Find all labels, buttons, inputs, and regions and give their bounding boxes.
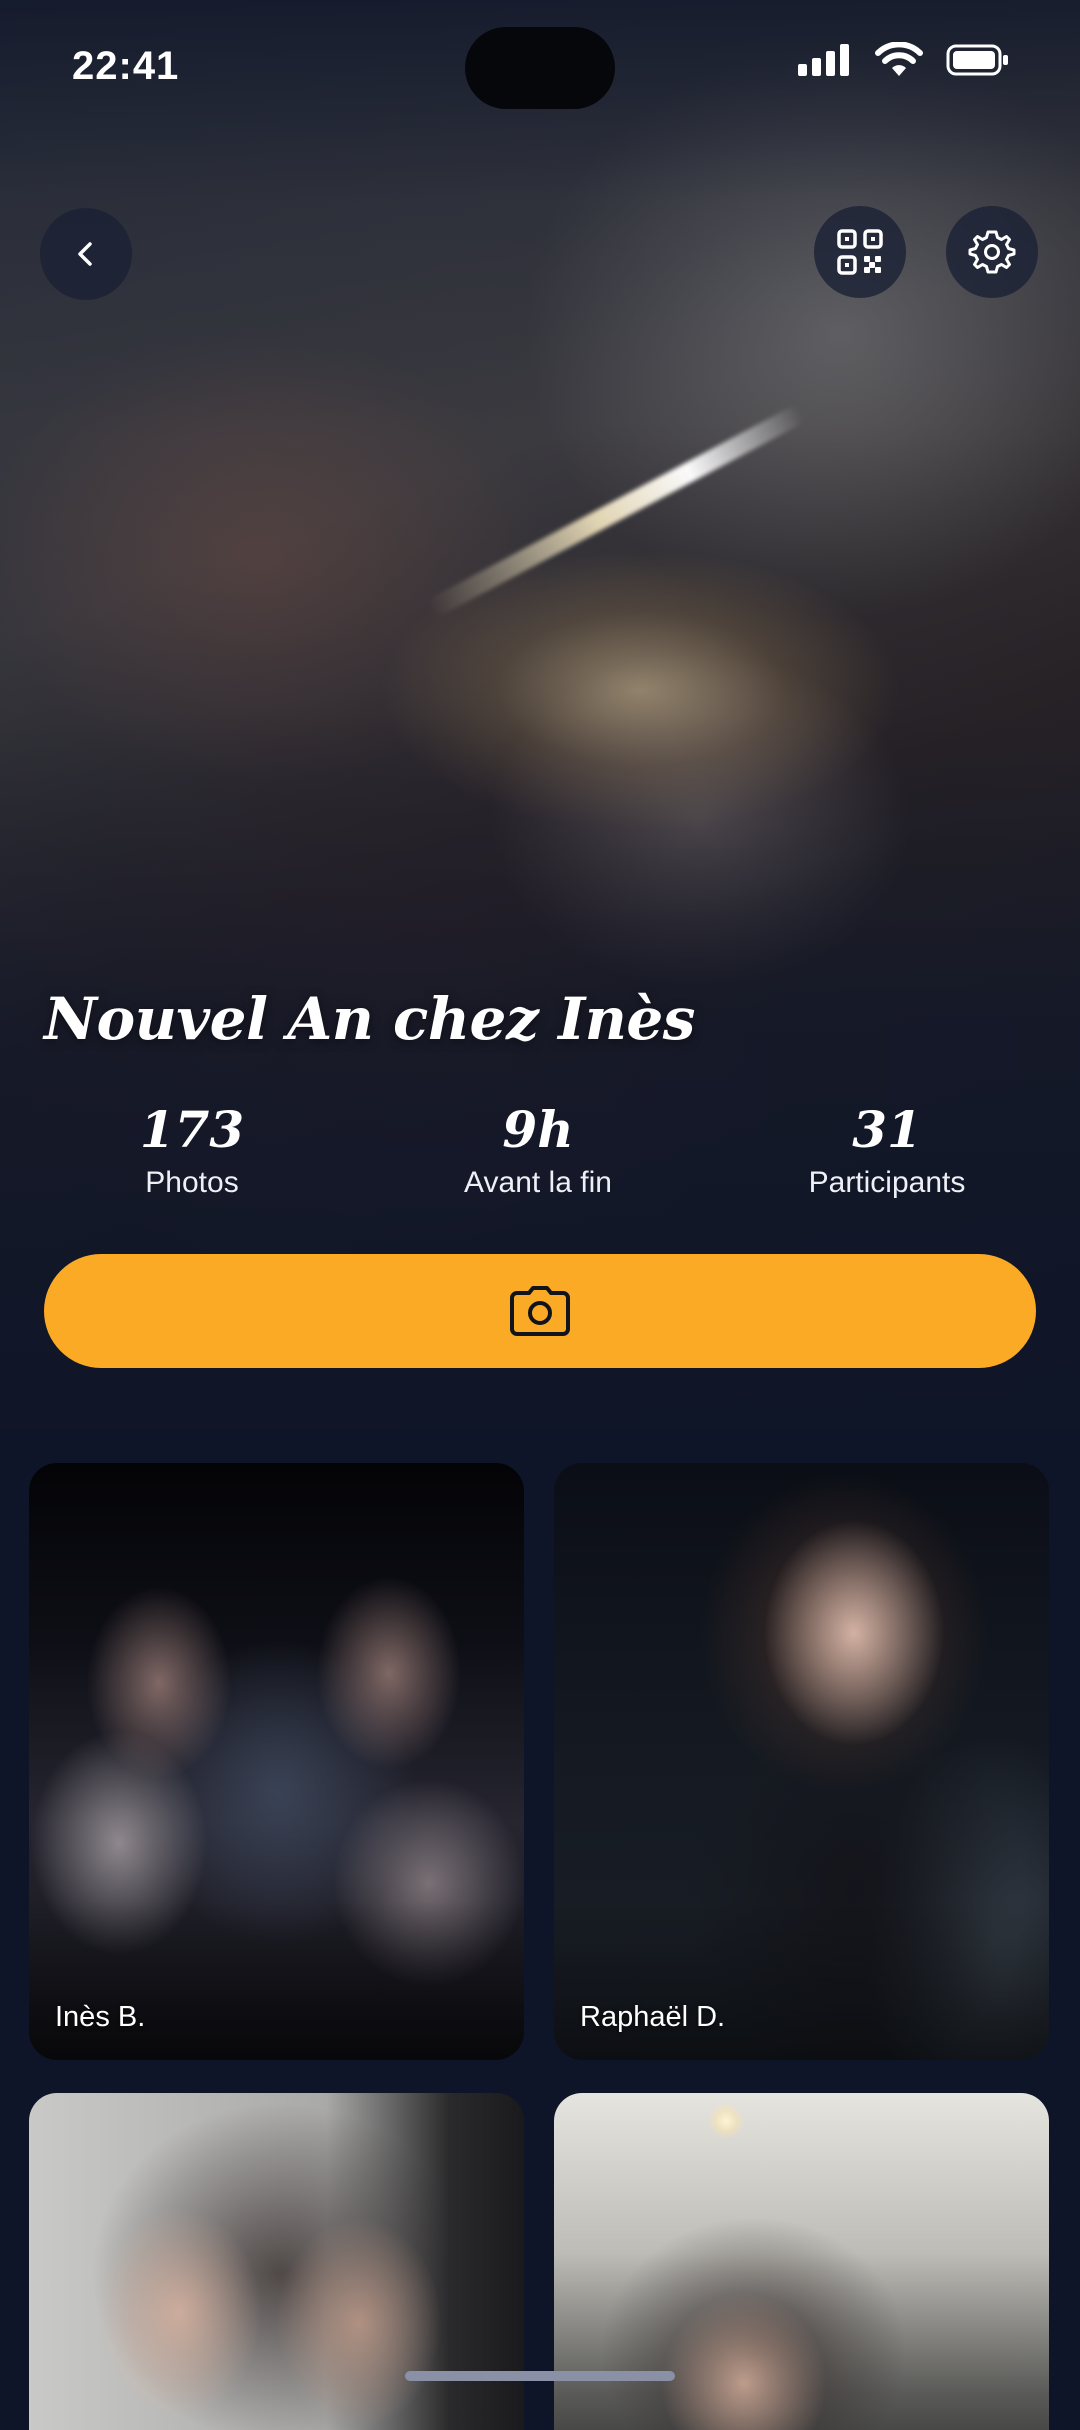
gear-icon — [968, 230, 1016, 274]
photo-author: Raphaël D. — [580, 2001, 726, 2033]
stat-time-remaining-value: 9h — [502, 1100, 574, 1159]
stat-time-remaining-label: Avant la fin — [464, 1166, 612, 1199]
photo-card[interactable]: Inès B. — [29, 1463, 524, 2060]
event-hero — [0, 0, 1080, 1430]
photo-card[interactable]: Raphaël D. — [554, 1463, 1049, 2060]
qr-code-icon — [837, 229, 883, 275]
status-time: 22:41 — [72, 44, 180, 88]
stat-participants-value: 31 — [852, 1100, 922, 1159]
status-bar: 22:41 — [0, 0, 1080, 140]
wifi-icon — [875, 42, 923, 76]
stat-time-remaining: 9h Avant la fin — [408, 1100, 668, 1200]
back-button[interactable] — [40, 208, 132, 300]
signal-icon — [798, 44, 849, 76]
chevron-left-icon — [78, 242, 92, 266]
stat-photos-value: 173 — [139, 1100, 245, 1159]
photo-card-shade — [29, 1900, 524, 2060]
photo-card-shade — [554, 1900, 1049, 2060]
event-title: Nouvel An chez Inès — [44, 985, 695, 1053]
dynamic-island — [465, 27, 615, 109]
stat-participants: 31 Participants — [757, 1100, 1017, 1200]
photo-author: Inès B. — [55, 2001, 146, 2033]
status-icons — [798, 42, 1010, 78]
stat-photos: 173 Photos — [62, 1100, 322, 1200]
settings-button[interactable] — [946, 206, 1038, 298]
stat-photos-label: Photos — [145, 1166, 239, 1199]
hero-gradient-overlay — [0, 0, 1080, 1430]
take-photo-button[interactable] — [44, 1254, 1036, 1368]
camera-icon — [510, 1286, 570, 1336]
qr-code-button[interactable] — [814, 206, 906, 298]
battery-icon — [946, 44, 1008, 76]
home-indicator[interactable] — [405, 2371, 675, 2381]
stat-participants-label: Participants — [808, 1166, 966, 1199]
